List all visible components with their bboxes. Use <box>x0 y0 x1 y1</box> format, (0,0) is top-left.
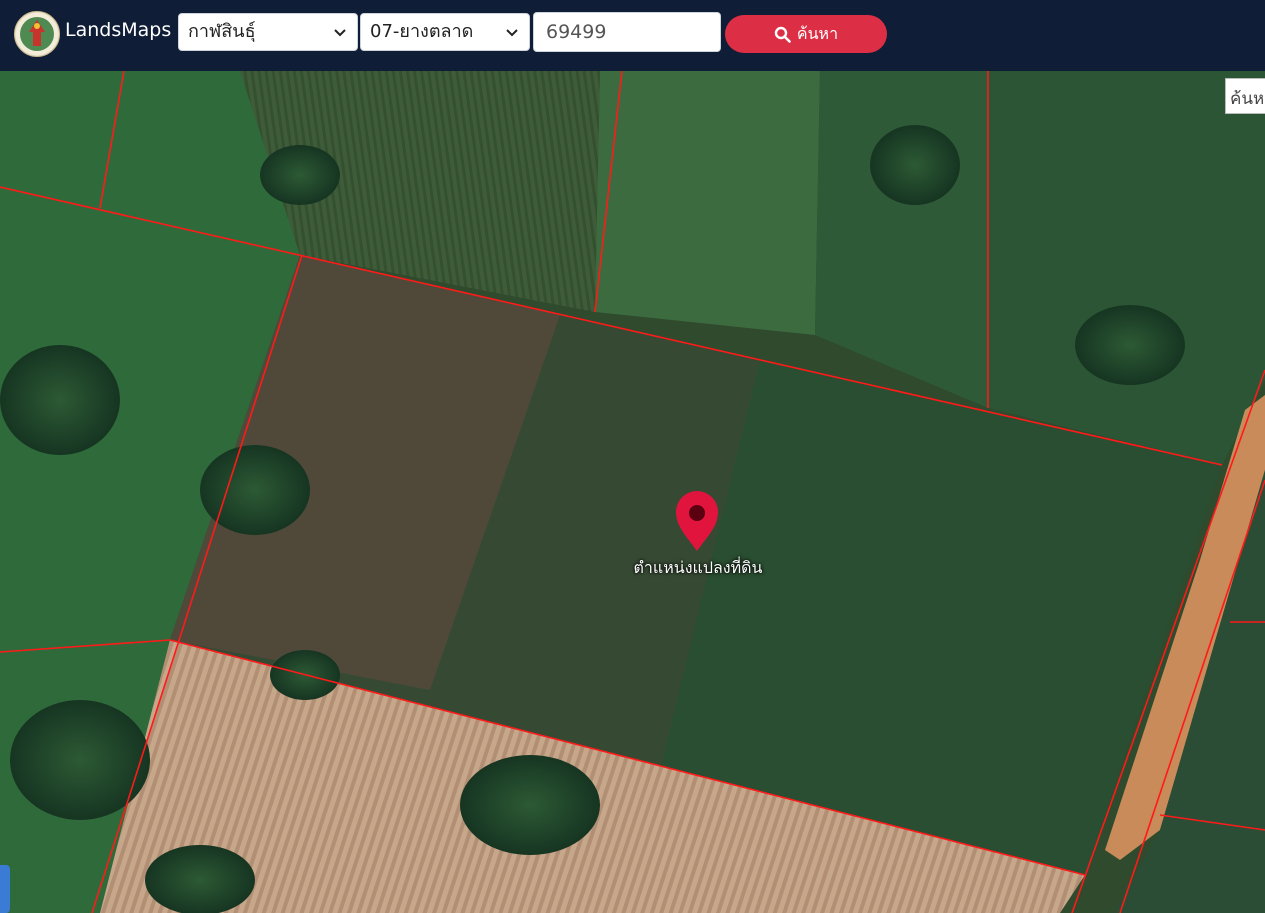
district-select-value: 07-ยางตลาด <box>370 21 474 42</box>
crop-field <box>595 71 820 335</box>
side-panel-toggle[interactable] <box>0 865 10 913</box>
tree <box>260 145 340 205</box>
map-search-input[interactable]: ค้นห <box>1225 78 1265 114</box>
tree <box>10 700 150 820</box>
parcel-number-input[interactable]: 69499 <box>533 12 721 52</box>
tree <box>870 125 960 205</box>
satellite-map[interactable] <box>0 71 1265 913</box>
search-icon <box>774 26 791 43</box>
search-button[interactable]: ค้นหา <box>725 15 887 53</box>
app-title[interactable]: LandsMaps <box>65 19 171 41</box>
chevron-down-icon <box>506 29 518 37</box>
district-select[interactable]: 07-ยางตลาด <box>360 13 530 51</box>
crop-field <box>988 71 1265 465</box>
province-select[interactable]: กาฬสินธุ์ <box>178 13 358 51</box>
province-select-value: กาฬสินธุ์ <box>188 21 256 42</box>
chevron-down-icon <box>334 29 346 37</box>
tree <box>145 845 255 913</box>
tree <box>0 345 120 455</box>
landsmaps-logo[interactable] <box>14 11 60 57</box>
search-button-label: ค้นหา <box>796 23 839 43</box>
tree <box>1075 305 1185 385</box>
parcel-location-label: ตำแหน่งแปลงที่ดิน <box>633 558 763 577</box>
top-navbar: LandsMaps กาฬสินธุ์ 07-ยางตลาด 69499 ค้น… <box>0 0 1265 71</box>
tree <box>460 755 600 855</box>
